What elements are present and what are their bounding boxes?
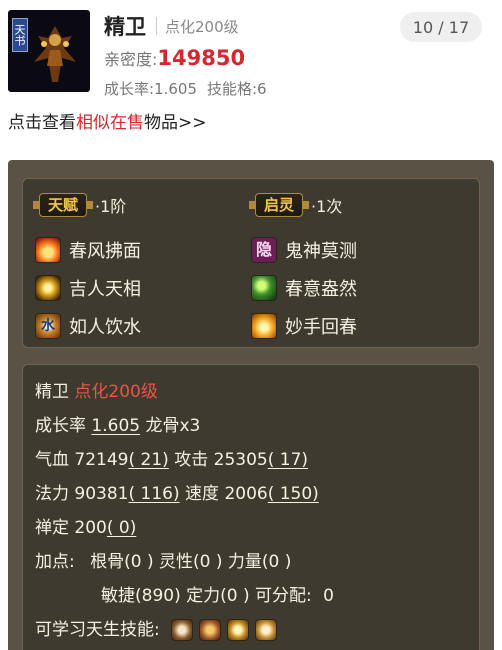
- hp-atk-line: 气血 72149( 21) 攻击 25305( 17): [35, 445, 308, 470]
- listing-header: 天书 精卫 点化200级 10 / 17 亲密度: 149850 成长率:1.6…: [0, 0, 502, 150]
- pet-name: 精卫: [104, 15, 146, 39]
- learnable-skill-icons: [171, 619, 278, 641]
- fire-skill-icon: [35, 237, 61, 263]
- learnable-skill-icon[interactable]: [227, 619, 250, 641]
- avatar-tag: 天书: [12, 18, 28, 52]
- talent-skill[interactable]: 水 如人饮水: [35, 311, 141, 341]
- growth-rate-text: 成长率:1.605: [104, 80, 197, 98]
- spring-skill-icon: [251, 275, 277, 301]
- mp-bonus: ( 116): [128, 484, 180, 504]
- hp-label: 气血: [35, 450, 69, 470]
- points-attributes-1: 根骨(0 ) 灵性(0 ) 力量(0 ): [90, 552, 292, 572]
- level-tag: 点化200级: [165, 17, 239, 36]
- talent-skill[interactable]: 春风拂面: [35, 235, 141, 265]
- talent-level: ·1阶: [95, 197, 127, 216]
- talent-skill[interactable]: 吉人天相: [35, 273, 141, 303]
- learnable-skill-icon[interactable]: [171, 619, 194, 641]
- growth-value: 1.605: [91, 416, 141, 436]
- similar-suffix: 物品>>: [144, 113, 207, 133]
- talent-skill-label: 春意盎然: [285, 279, 357, 300]
- talent-skill[interactable]: 妙手回春: [251, 311, 357, 341]
- talent-skill-label: 春风拂面: [69, 241, 141, 262]
- awaken-count: ·1次: [311, 197, 343, 216]
- growth-label: 成长率: [35, 416, 86, 436]
- talent-skill-label: 鬼神莫测: [285, 241, 357, 262]
- similar-highlight: 相似在售: [76, 113, 144, 133]
- mp-spd-line: 法力 90381( 116) 速度 2006( 150): [35, 479, 319, 504]
- atk-value: 25305: [213, 450, 268, 470]
- water-skill-icon: 水: [35, 313, 61, 339]
- talent-skill[interactable]: 春意盎然: [251, 273, 357, 303]
- hp-bonus: ( 21): [128, 450, 169, 470]
- growth-line: 成长率 1.605 龙骨x3: [35, 411, 200, 436]
- talent-badge-row: 天赋 ·1阶: [32, 193, 127, 217]
- stats-pet-name: 精卫: [35, 382, 69, 402]
- points-label: 加点:: [35, 552, 75, 572]
- page-counter: 10 / 17: [400, 12, 482, 42]
- intimacy-value: 149850: [157, 46, 246, 70]
- hp-value: 72149: [74, 450, 129, 470]
- divider: [156, 17, 157, 35]
- zen-label: 禅定: [35, 518, 69, 538]
- learnable-label: 可学习天生技能:: [35, 620, 160, 640]
- stats-level: 点化200级: [74, 382, 158, 402]
- growth-row: 成长率:1.605 技能格:6: [104, 78, 267, 99]
- talent-skill-label: 妙手回春: [285, 317, 357, 338]
- awaken-badge-row: 启灵 ·1次: [248, 193, 343, 217]
- mp-label: 法力: [35, 484, 69, 504]
- zen-value: 200: [74, 518, 107, 538]
- similar-items-link[interactable]: 点击查看相似在售物品>>: [8, 108, 207, 133]
- talent-box: 天赋 ·1阶 启灵 ·1次 春风拂面 隐 鬼神莫测 吉人天相 春意盎然 水 如人…: [22, 178, 480, 348]
- learnable-skill-icon[interactable]: [255, 619, 278, 641]
- spd-bonus: ( 150): [267, 484, 319, 504]
- stats-title: 精卫 点化200级: [35, 377, 158, 402]
- learnable-skills-line: 可学习天生技能:: [35, 615, 278, 641]
- points-free: 0: [323, 586, 334, 606]
- pet-avatar[interactable]: 天书: [8, 10, 90, 92]
- pet-detail-panel: 天赋 ·1阶 启灵 ·1次 春风拂面 隐 鬼神莫测 吉人天相 春意盎然 水 如人…: [8, 160, 494, 650]
- skill-slots-text: 技能格:6: [207, 80, 267, 98]
- dragon-bone: 龙骨x3: [145, 416, 201, 436]
- yin-skill-icon: 隐: [251, 237, 277, 263]
- talent-badge: 天赋: [32, 193, 94, 217]
- name-row: 精卫 点化200级: [104, 12, 239, 40]
- spd-label: 速度: [185, 484, 220, 504]
- spd-value: 2006: [224, 484, 268, 504]
- talent-skill-label: 吉人天相: [69, 279, 141, 300]
- intimacy-label: 亲密度:: [104, 50, 158, 69]
- stats-box: 精卫 点化200级 成长率 1.605 龙骨x3 气血 72149( 21) 攻…: [22, 364, 480, 650]
- hand-skill-icon: [251, 313, 277, 339]
- points-line-2: 敏捷(890) 定力(0 ) 可分配: 0: [101, 581, 334, 606]
- learnable-skill-icon[interactable]: [199, 619, 222, 641]
- talent-skill-label: 如人饮水: [69, 317, 141, 338]
- similar-prefix: 点击查看: [8, 113, 76, 133]
- talent-skill[interactable]: 隐 鬼神莫测: [251, 235, 357, 265]
- zen-bonus: ( 0): [106, 518, 137, 538]
- zen-line: 禅定 200( 0): [35, 513, 136, 538]
- points-line-1: 加点: 根骨(0 ) 灵性(0 ) 力量(0 ): [35, 547, 291, 572]
- gold-skill-icon: [35, 275, 61, 301]
- atk-label: 攻击: [174, 450, 209, 470]
- mp-value: 90381: [74, 484, 129, 504]
- awaken-badge: 启灵: [248, 193, 310, 217]
- points-attributes-2: 敏捷(890) 定力(0 ) 可分配:: [101, 586, 312, 606]
- atk-bonus: ( 17): [267, 450, 309, 470]
- intimacy-row: 亲密度: 149850: [104, 46, 245, 70]
- pet-figure-icon: [34, 26, 76, 82]
